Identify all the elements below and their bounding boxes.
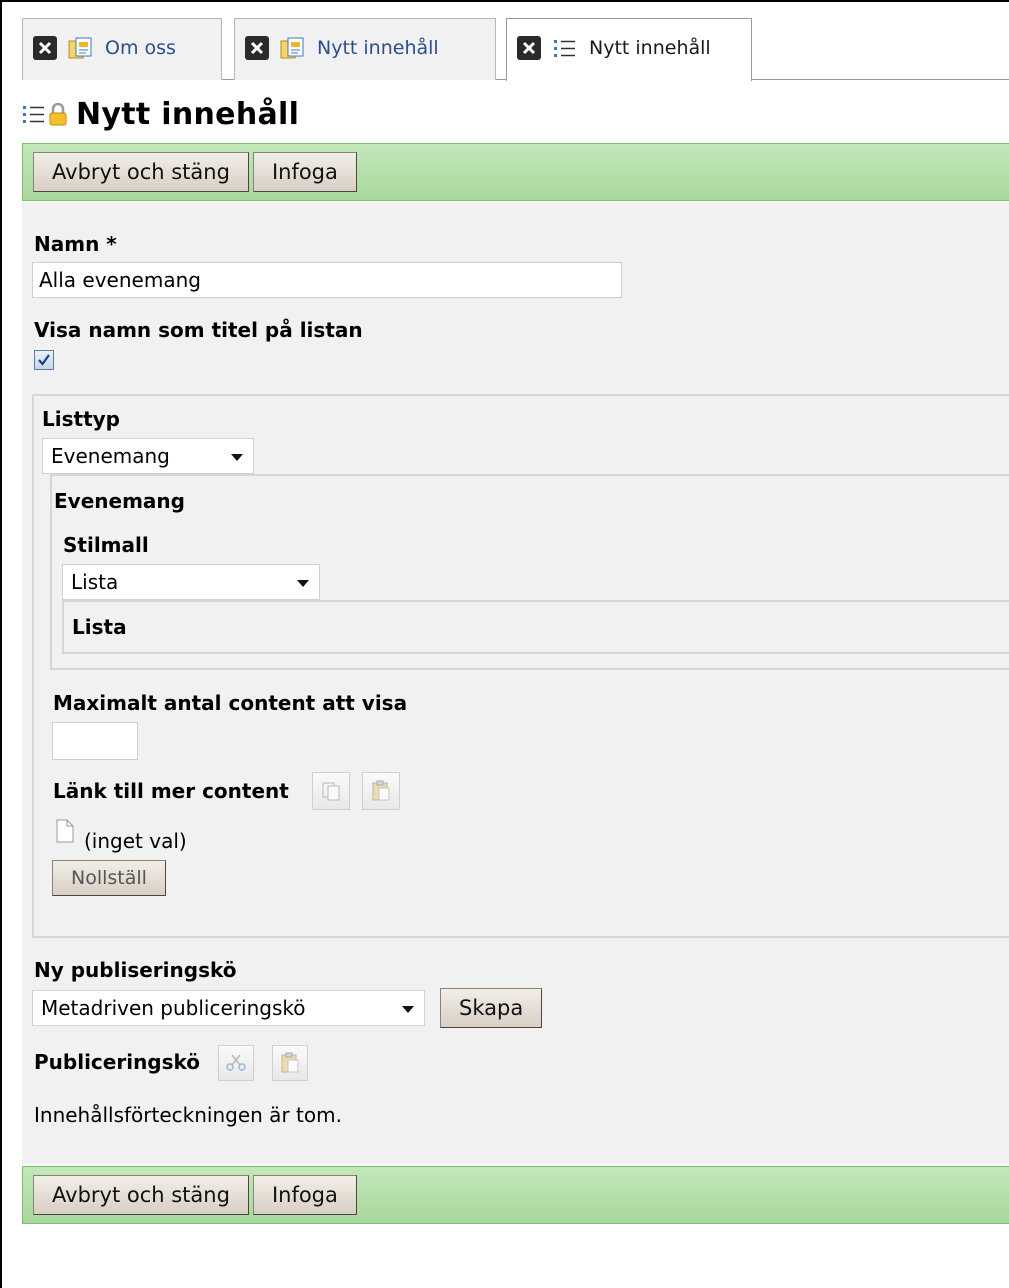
tab-nytt-innehall-1[interactable]: Nytt innehåll bbox=[234, 18, 496, 80]
style-value: Lista bbox=[71, 570, 119, 594]
content-icon bbox=[280, 37, 304, 58]
copy-icon[interactable] bbox=[312, 772, 350, 810]
show-title-checkbox[interactable] bbox=[34, 350, 54, 370]
show-title-label: Visa namn som titel på listan bbox=[34, 318, 363, 342]
tab-label: Nytt innehåll bbox=[317, 36, 439, 59]
chevron-down-icon bbox=[231, 454, 243, 461]
link-label: Länk till mer content bbox=[53, 779, 289, 803]
checkmark-icon bbox=[38, 354, 50, 366]
new-queue-value: Metadriven publiceringskö bbox=[41, 996, 306, 1020]
new-queue-label: Ny publiseringskö bbox=[34, 958, 237, 982]
cancel-close-button[interactable]: Avbryt och stäng bbox=[33, 1175, 249, 1215]
list-icon bbox=[23, 106, 44, 123]
link-value: (inget val) bbox=[84, 829, 187, 853]
new-queue-select[interactable]: Metadriven publiceringskö bbox=[32, 990, 425, 1026]
list-icon bbox=[554, 40, 575, 57]
reset-button[interactable]: Nollställ bbox=[52, 860, 166, 896]
content-icon bbox=[68, 37, 92, 58]
chevron-down-icon bbox=[297, 580, 309, 587]
empty-list-text: Innehållsförteckningen är tom. bbox=[34, 1103, 342, 1127]
lock-icon bbox=[49, 102, 67, 126]
chevron-down-icon bbox=[402, 1006, 414, 1013]
tab-label: Om oss bbox=[105, 36, 176, 59]
tab-bar: Om oss Nytt innehåll Nytt innehåll bbox=[22, 18, 1009, 81]
tab-label: Nytt innehåll bbox=[589, 37, 711, 59]
bottom-toolbar: Avbryt och stäng Infoga bbox=[22, 1166, 1009, 1224]
name-label: Namn * bbox=[34, 232, 117, 256]
close-tab-icon[interactable] bbox=[517, 36, 541, 60]
max-count-input[interactable] bbox=[52, 722, 138, 760]
list-type-value: Evenemang bbox=[51, 444, 170, 468]
style-preview-group bbox=[62, 600, 1009, 654]
form-panel: Namn * Alla evenemang Visa namn som tite… bbox=[22, 202, 1009, 1164]
max-count-label: Maximalt antal content att visa bbox=[53, 691, 408, 715]
style-group-label: Lista bbox=[72, 615, 127, 639]
events-group-label: Evenemang bbox=[54, 489, 185, 513]
paste-icon[interactable] bbox=[272, 1045, 308, 1081]
name-input[interactable]: Alla evenemang bbox=[32, 262, 622, 298]
insert-button[interactable]: Infoga bbox=[252, 152, 357, 192]
list-type-label: Listtyp bbox=[42, 407, 120, 431]
create-button[interactable]: Skapa bbox=[440, 988, 543, 1028]
tab-nytt-innehall-2[interactable]: Nytt innehåll bbox=[506, 18, 752, 81]
close-tab-icon[interactable] bbox=[245, 35, 269, 60]
style-label: Stilmall bbox=[63, 533, 149, 557]
document-icon bbox=[56, 819, 74, 843]
tab-om-oss[interactable]: Om oss bbox=[22, 18, 222, 80]
style-select[interactable]: Lista bbox=[62, 564, 320, 600]
page-title: Nytt innehåll bbox=[76, 96, 300, 132]
queue-label: Publiceringskö bbox=[34, 1050, 201, 1074]
list-type-select[interactable]: Evenemang bbox=[42, 438, 254, 474]
insert-button[interactable]: Infoga bbox=[252, 1175, 357, 1215]
paste-icon[interactable] bbox=[362, 772, 400, 810]
close-tab-icon[interactable] bbox=[33, 35, 57, 60]
page-heading: Nytt innehåll bbox=[22, 92, 299, 136]
cut-icon[interactable] bbox=[218, 1045, 254, 1081]
top-toolbar: Avbryt och stäng Infoga bbox=[22, 143, 1009, 201]
cancel-close-button[interactable]: Avbryt och stäng bbox=[33, 152, 249, 192]
